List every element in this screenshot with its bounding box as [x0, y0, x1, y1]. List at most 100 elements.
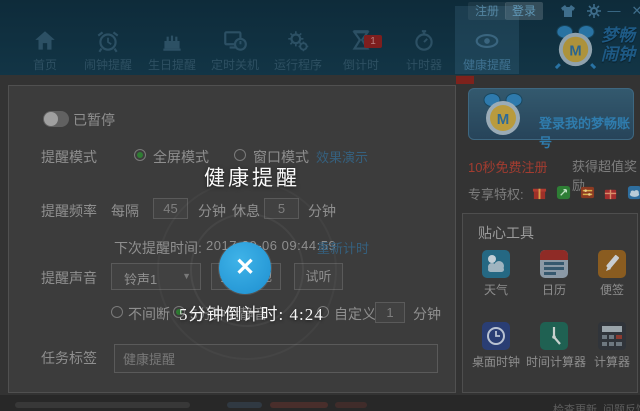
privileges-label: 专享特权:: [468, 184, 524, 203]
footer-text-smudge: [227, 402, 262, 408]
note-pencil-icon: [598, 250, 626, 278]
tab-countdown[interactable]: 1 倒计时: [329, 6, 393, 74]
tab-health-reminder[interactable]: 健康提醒: [455, 6, 519, 74]
fullscreen-mode-radio[interactable]: [134, 149, 146, 161]
window-mode-radio[interactable]: [234, 149, 246, 161]
tool-calendar[interactable]: 日历: [526, 250, 582, 298]
marquee-fragment: [456, 76, 474, 84]
gears-icon: [285, 28, 311, 54]
overlay-title: 健康提醒: [204, 162, 300, 192]
fullscreen-mode-label: 全屏模式: [153, 147, 209, 167]
custom-label: 自定义: [334, 304, 376, 324]
ringtone-value: 铃声1: [124, 269, 157, 288]
tool-calculator[interactable]: 计算器: [584, 322, 640, 370]
minutes-label: 分钟: [413, 304, 441, 324]
frequency-label: 提醒频率: [41, 201, 97, 221]
eye-icon: [474, 28, 500, 54]
cloud-icon[interactable]: [627, 185, 640, 200]
mode-label: 提醒模式: [41, 147, 97, 167]
rest-input[interactable]: [264, 198, 299, 219]
login-banner-label: 登录我的梦畅账号: [539, 113, 633, 151]
tab-label: 倒计时: [329, 56, 393, 73]
alarm-mascot-icon: M: [479, 91, 527, 139]
chevron-down-icon: ▼: [182, 271, 191, 281]
paused-toggle[interactable]: [43, 111, 69, 127]
tools-title: 贴心工具: [478, 223, 534, 243]
status-bar: 检查更新 问题反馈: [0, 395, 640, 411]
stopwatch-icon: [411, 28, 437, 54]
demo-link[interactable]: 效果演示: [316, 147, 368, 166]
reset-timer-link[interactable]: 重新计时: [317, 238, 369, 257]
tool-note[interactable]: 便签: [584, 250, 640, 298]
footer-text-smudge: [15, 402, 190, 408]
tab-shutdown[interactable]: 定时关机: [203, 6, 267, 74]
gift-box-icon[interactable]: [532, 185, 547, 200]
rocket-icon[interactable]: [556, 185, 571, 200]
login-banner-button[interactable]: M 登录我的梦畅账号: [468, 88, 634, 140]
svg-text:M: M: [569, 43, 581, 59]
shutdown-icon: [222, 28, 248, 54]
tab-label: 闹钟提醒: [76, 56, 140, 73]
free-register-link[interactable]: 10秒免费注册: [468, 157, 547, 176]
app-logo-text: 梦畅 闹钟: [601, 26, 635, 64]
close-icon: ✕: [235, 254, 255, 281]
next-time-label: 下次提醒时间:: [114, 238, 202, 258]
task-label: 任务标签: [41, 348, 97, 368]
time-calculator-icon: [540, 322, 568, 350]
countdown-badge: 1: [364, 35, 382, 48]
tab-label: 生日提醒: [140, 56, 204, 73]
close-window-icon[interactable]: ✕: [629, 3, 640, 19]
minimize-icon[interactable]: —: [606, 3, 622, 19]
interval-input[interactable]: [153, 198, 188, 219]
overlay-countdown: 5分钟倒计时: 4:24: [179, 300, 324, 325]
skin-icon[interactable]: [560, 3, 576, 19]
tool-label: 天气: [468, 281, 524, 298]
every-label: 每隔: [111, 201, 139, 221]
overlay-close-button[interactable]: ✕: [219, 242, 271, 294]
task-name-input[interactable]: [114, 344, 438, 373]
tab-run-program[interactable]: 运行程序: [266, 6, 330, 74]
settings-panel: 已暂停 提醒模式 全屏模式 窗口模式 效果演示 提醒频率 每隔 分钟 休息 分钟…: [8, 85, 456, 393]
calculator-icon: [598, 322, 626, 350]
tool-label: 计算器: [584, 353, 640, 370]
tab-alarm[interactable]: 闹钟提醒: [76, 6, 140, 74]
feedback-link[interactable]: 问题反馈: [603, 401, 640, 411]
tab-label: 首页: [13, 56, 77, 73]
tool-label: 时间计算器: [526, 353, 582, 370]
gear-icon[interactable]: [586, 3, 602, 19]
home-icon: [32, 28, 58, 54]
tab-label: 计时器: [392, 56, 456, 73]
continuous-label: 不间断: [128, 304, 170, 324]
tool-label: 便签: [584, 281, 640, 298]
continuous-radio[interactable]: [111, 306, 123, 318]
toggle-knob: [44, 112, 58, 126]
check-update-link[interactable]: 检查更新: [553, 401, 597, 411]
tab-label: 健康提醒: [455, 56, 519, 73]
tool-label: 桌面时钟: [468, 353, 524, 370]
calendar-icon: [540, 250, 568, 278]
tab-label: 运行程序: [266, 56, 330, 73]
footer-text-smudge: [270, 402, 328, 408]
tab-timer[interactable]: 计时器: [392, 6, 456, 74]
tool-time-calculator[interactable]: 时间计算器: [526, 322, 582, 370]
tool-desktop-clock[interactable]: 桌面时钟: [468, 322, 524, 370]
gift-icon[interactable]: [603, 185, 618, 200]
header-bar: 注册 登录 — ✕ 首页 闹钟提醒 生日提醒 定时关机 运行程序: [0, 0, 640, 75]
rest-label: 休息: [232, 201, 260, 221]
alarm-clock-icon: [95, 28, 121, 54]
sound-label: 提醒声音: [41, 268, 97, 288]
minutes-label: 分钟: [308, 201, 336, 221]
tab-home[interactable]: 首页: [13, 6, 77, 74]
ringtone-select[interactable]: 铃声1 ▼: [111, 263, 201, 290]
tab-birthday[interactable]: 生日提醒: [140, 6, 204, 74]
minutes-label: 分钟: [198, 201, 226, 221]
paused-label: 已暂停: [73, 110, 115, 130]
tab-label: 定时关机: [203, 56, 267, 73]
tool-weather[interactable]: 天气: [468, 250, 524, 298]
weather-icon: [482, 250, 510, 278]
tool-label: 日历: [526, 281, 582, 298]
preview-button[interactable]: 试听: [294, 263, 343, 290]
abacus-icon[interactable]: [580, 185, 595, 200]
custom-minutes-input[interactable]: [375, 302, 405, 323]
app-window: 注册 登录 — ✕ 首页 闹钟提醒 生日提醒 定时关机 运行程序: [0, 0, 640, 411]
